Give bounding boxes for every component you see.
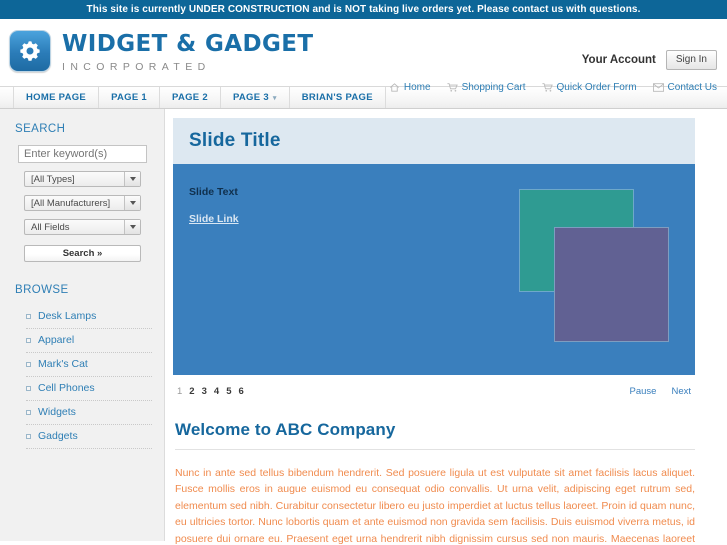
utility-nav-quick-order-form-label: Quick Order Form (556, 82, 637, 93)
nav-tab-page-1-label: PAGE 1 (111, 92, 148, 103)
browse-item-apparel-label: Apparel (38, 334, 75, 346)
hero-slider: Slide Title Slide Text Slide Link (173, 118, 695, 375)
bullet-square-icon (26, 313, 31, 319)
main-column: Slide Title Slide Text Slide Link 1 2 3 … (165, 109, 727, 545)
cart-icon (447, 82, 458, 93)
search-fields-select[interactable]: All Fields (24, 219, 141, 235)
slider-page-3[interactable]: 3 (202, 386, 207, 397)
slide-link[interactable]: Slide Link (189, 213, 239, 225)
slider-pagination: 1 2 3 4 5 6 (177, 386, 244, 397)
nav-tab-page-3[interactable]: PAGE 3 ▾ (221, 87, 290, 108)
utility-nav-contact-us[interactable]: Contact Us (652, 82, 717, 93)
title-divider (175, 449, 695, 450)
search-button[interactable]: Search » (24, 245, 141, 262)
nav-tab-page-3-label: PAGE 3 (232, 92, 269, 103)
search-heading: SEARCH (15, 123, 66, 135)
slider-page-4[interactable]: 4 (214, 386, 219, 397)
browse-item-widgets-label: Widgets (38, 406, 76, 418)
browse-item-cell-phones[interactable]: Cell Phones (26, 377, 152, 401)
utility-nav-quick-order-form[interactable]: Quick Order Form (541, 82, 637, 93)
account-area: Your Account Sign In (582, 50, 717, 70)
brand-text: WIDGET & GADGET INCORPORATED (62, 30, 313, 73)
browse-item-widgets[interactable]: Widgets (26, 401, 152, 425)
browse-item-marks-cat-label: Mark's Cat (38, 358, 88, 370)
slider-page-5[interactable]: 5 (226, 386, 231, 397)
utility-nav-contact-us-label: Contact Us (667, 82, 717, 93)
search-fields-select-value: All Fields (31, 221, 70, 233)
search-input[interactable] (18, 145, 147, 163)
chevron-down-icon (124, 220, 140, 234)
sidebar: SEARCH [All Types] [All Manufacturers] A… (0, 109, 165, 541)
nav-tab-home-page[interactable]: HOME PAGE (13, 87, 100, 108)
chevron-down-icon (124, 172, 140, 186)
nav-tab-brians-page[interactable]: BRIAN'S PAGE (290, 87, 386, 108)
slider-page-6[interactable]: 6 (238, 386, 243, 397)
site-header: WIDGET & GADGET INCORPORATED Your Accoun… (0, 19, 727, 93)
browse-item-gadgets-label: Gadgets (38, 430, 78, 442)
utility-nav-shopping-cart[interactable]: Shopping Cart (447, 82, 526, 93)
slider-page-2[interactable]: 2 (189, 386, 194, 397)
slide-graphic-purple-rectangle (554, 227, 669, 342)
browse-item-gadgets[interactable]: Gadgets (26, 425, 152, 449)
nav-tab-home-page-label: HOME PAGE (26, 92, 87, 103)
slider-page-1[interactable]: 1 (177, 386, 182, 397)
page-title: Welcome to ABC Company (175, 420, 396, 439)
browse-list: Desk Lamps Apparel Mark's Cat Cell Phone… (0, 305, 164, 449)
browse-item-cell-phones-label: Cell Phones (38, 382, 95, 394)
chevron-down-icon (124, 196, 140, 210)
browse-item-desk-lamps-label: Desk Lamps (38, 310, 97, 322)
nav-tab-page-1[interactable]: PAGE 1 (99, 87, 161, 108)
slider-controls: 1 2 3 4 5 6 Pause Next (173, 375, 695, 397)
search-type-select[interactable]: [All Types] (24, 171, 141, 187)
slide-title: Slide Title (189, 130, 281, 151)
gear-icon (9, 30, 51, 72)
slider-next-button[interactable]: Next (671, 386, 691, 397)
utility-nav-home[interactable]: Home (389, 82, 431, 93)
slide-header: Slide Title (173, 118, 695, 164)
search-type-select-value: [All Types] (31, 173, 75, 185)
browse-heading: BROWSE (15, 284, 69, 296)
chevron-down-icon: ▾ (272, 94, 277, 102)
home-icon (389, 82, 400, 93)
browse-item-desk-lamps[interactable]: Desk Lamps (26, 305, 152, 329)
search-manufacturer-select[interactable]: [All Manufacturers] (24, 195, 141, 211)
bullet-square-icon (26, 337, 31, 343)
slider-playback-controls: Pause Next (630, 386, 691, 397)
page-root: This site is currently UNDER CONSTRUCTIO… (0, 0, 727, 545)
brand-logo[interactable]: WIDGET & GADGET INCORPORATED (9, 30, 313, 73)
nav-tab-page-2[interactable]: PAGE 2 (160, 87, 221, 108)
brand-subtitle: INCORPORATED (62, 61, 211, 73)
brand-name: WIDGET & GADGET (62, 31, 314, 57)
your-account-label[interactable]: Your Account (582, 54, 656, 66)
envelope-icon (652, 82, 664, 93)
slider-pause-button[interactable]: Pause (630, 386, 657, 397)
search-form: [All Types] [All Manufacturers] All Fiel… (0, 144, 164, 262)
nav-tab-page-2-label: PAGE 2 (172, 92, 208, 103)
bullet-square-icon (26, 385, 31, 391)
cart-icon (541, 82, 553, 93)
utility-nav-home-label: Home (403, 82, 431, 93)
nav-tab-brians-page-label: BRIAN'S PAGE (301, 92, 373, 103)
welcome-body-text: Nunc in ante sed tellus bibendum hendrer… (175, 467, 695, 545)
construction-banner-text: This site is currently UNDER CONSTRUCTIO… (86, 4, 641, 15)
bullet-square-icon (26, 409, 31, 415)
sign-in-button[interactable]: Sign In (665, 50, 717, 70)
browse-item-marks-cat[interactable]: Mark's Cat (26, 353, 152, 377)
browse-item-apparel[interactable]: Apparel (26, 329, 152, 353)
utility-nav-shopping-cart-label: Shopping Cart (461, 82, 526, 93)
construction-banner: This site is currently UNDER CONSTRUCTIO… (0, 0, 727, 19)
page-content: SEARCH [All Types] [All Manufacturers] A… (0, 109, 727, 545)
search-manufacturer-select-value: [All Manufacturers] (31, 197, 111, 209)
bullet-square-icon (26, 361, 31, 367)
bullet-square-icon (26, 433, 31, 439)
utility-nav: Home Shopping Cart Quick Order Form Cont… (389, 82, 717, 93)
slide-body: Slide Text Slide Link (173, 164, 695, 375)
